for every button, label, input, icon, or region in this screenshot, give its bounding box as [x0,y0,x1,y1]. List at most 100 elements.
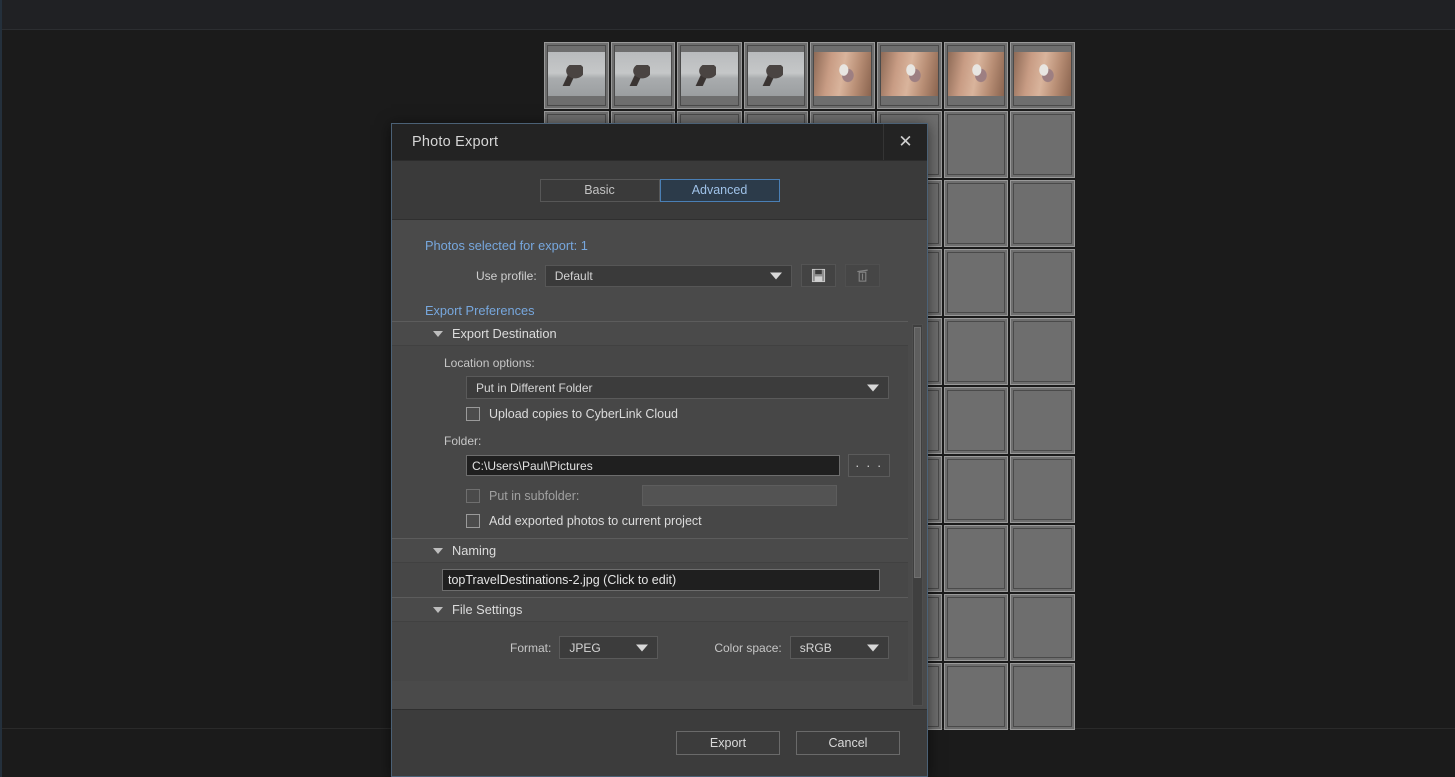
browse-folder-button[interactable]: · · · [848,454,890,477]
subfolder-name-input[interactable] [642,485,838,506]
location-options-select[interactable]: Put in Different Folder [466,376,889,399]
photo-thumbnail[interactable] [943,663,1009,730]
colorspace-value: sRGB [799,640,832,655]
photo-thumbnail[interactable] [610,42,676,109]
group-header-export-destination[interactable]: Export Destination [392,321,908,346]
colorspace-select[interactable]: sRGB [789,636,889,659]
export-button[interactable]: Export [676,731,780,755]
photo-thumbnail[interactable] [743,42,809,109]
photo-thumbnail[interactable] [1010,663,1075,730]
format-label: Format: [510,640,552,655]
photo-thumbnail[interactable] [544,42,609,109]
close-icon[interactable]: ✕ [883,124,927,160]
put-in-subfolder-label: Put in subfolder: [489,488,580,503]
cancel-button[interactable]: Cancel [796,731,900,755]
colorspace-label: Color space: [714,640,782,655]
thumbnail-frame [946,528,1006,589]
trash-can-icon [856,269,868,282]
preferences-scrollbar[interactable] [912,324,923,706]
photo-thumbnail[interactable] [1010,318,1075,385]
chevron-down-icon [433,330,443,337]
thumbnail-frame [1013,597,1072,658]
export-filename-input[interactable]: topTravelDestinations-2.jpg (Click to ed… [442,569,880,591]
thumbnail-frame [946,597,1006,658]
location-options-label: Location options: [444,356,535,370]
profile-area: Photos selected for export: 1 Use profil… [392,220,927,318]
photo-thumbnail[interactable] [1010,180,1075,247]
thumbnail-frame [1013,666,1072,727]
thumbnail-frame [1013,183,1072,244]
chevron-down-icon [636,644,649,651]
photo-thumbnail[interactable] [943,387,1009,454]
photo-thumbnail[interactable] [810,42,875,109]
upload-cyberlink-cloud-checkbox[interactable] [466,407,480,421]
thumbnail-frame [946,459,1006,520]
thumbnail-frame [946,390,1006,451]
photo-thumbnail[interactable] [1010,525,1075,592]
put-in-subfolder-checkbox[interactable] [466,488,480,503]
thumbnail-image [814,52,871,96]
thumbnail-image [1014,52,1071,96]
photo-thumbnail[interactable] [943,525,1009,592]
format-value: JPEG [569,640,601,655]
photo-thumbnail[interactable] [1010,42,1075,109]
scrollbar-thumb[interactable] [914,327,921,578]
photo-thumbnail[interactable] [943,111,1009,178]
photo-thumbnail[interactable] [677,42,742,109]
chevron-down-icon [867,384,879,391]
add-to-project-checkbox[interactable] [466,514,480,528]
app-top-bar [0,0,1455,29]
format-select[interactable]: JPEG [559,636,659,659]
thumbnail-image [614,52,672,96]
chevron-down-icon [866,644,879,651]
use-profile-value: Default [554,268,593,283]
add-to-project-row[interactable]: Add exported photos to current project [466,514,908,528]
thumbnail-frame [1013,528,1072,589]
photo-thumbnail[interactable] [1010,594,1075,661]
delete-profile-button[interactable] [844,264,880,287]
use-profile-select[interactable]: Default [544,264,792,287]
thumbnail-frame [946,252,1006,313]
tab-basic[interactable]: Basic [539,178,660,202]
dialog-footer: Export Cancel [392,709,927,776]
app-left-edge [0,0,2,777]
photo-thumbnail[interactable] [943,42,1009,109]
photo-thumbnail[interactable] [943,318,1009,385]
photo-thumbnail[interactable] [1010,249,1075,316]
folder-path-input[interactable]: C:\Users\Paul\Pictures [466,455,840,476]
floppy-disk-icon [811,268,825,283]
dialog-body: Photos selected for export: 1 Use profil… [392,220,927,709]
photo-thumbnail[interactable] [1010,111,1075,178]
photo-thumbnail[interactable] [943,249,1009,316]
photo-thumbnail[interactable] [1010,456,1075,523]
thumbnail-frame [1013,114,1072,175]
thumbnail-frame [1013,252,1072,313]
location-options-value: Put in Different Folder [476,380,593,395]
thumbnail-frame [1013,459,1072,520]
photo-thumbnail[interactable] [943,456,1009,523]
chevron-down-icon [433,547,443,554]
thumbnail-frame [946,183,1006,244]
dialog-title: Photo Export [412,134,499,150]
group-title-naming: Naming [452,543,497,558]
photos-selected-label: Photos selected for export: 1 [425,238,588,253]
photo-thumbnail[interactable] [1010,387,1075,454]
photo-thumbnail[interactable] [943,180,1009,247]
add-to-project-label: Add exported photos to current project [489,514,702,528]
group-header-file-settings[interactable]: File Settings [392,597,908,622]
chevron-down-icon [769,272,782,279]
group-body-file-settings: Format: JPEG Color space: sRGB [392,622,908,681]
save-profile-button[interactable] [800,264,836,287]
photo-thumbnail[interactable] [943,594,1009,661]
upload-cyberlink-cloud-row[interactable]: Upload copies to CyberLink Cloud [466,407,908,421]
chevron-down-icon [433,606,443,613]
tab-advanced[interactable]: Advanced [659,178,780,202]
dialog-title-bar: Photo Export ✕ [392,124,927,161]
photo-thumbnail[interactable] [876,42,942,109]
thumbnail-frame [946,666,1006,727]
folder-label: Folder: [444,434,482,448]
group-body-naming: topTravelDestinations-2.jpg (Click to ed… [392,563,908,597]
group-header-naming[interactable]: Naming [392,538,908,563]
thumbnail-image [880,52,938,96]
put-in-subfolder-row[interactable]: Put in subfolder: [466,488,580,503]
